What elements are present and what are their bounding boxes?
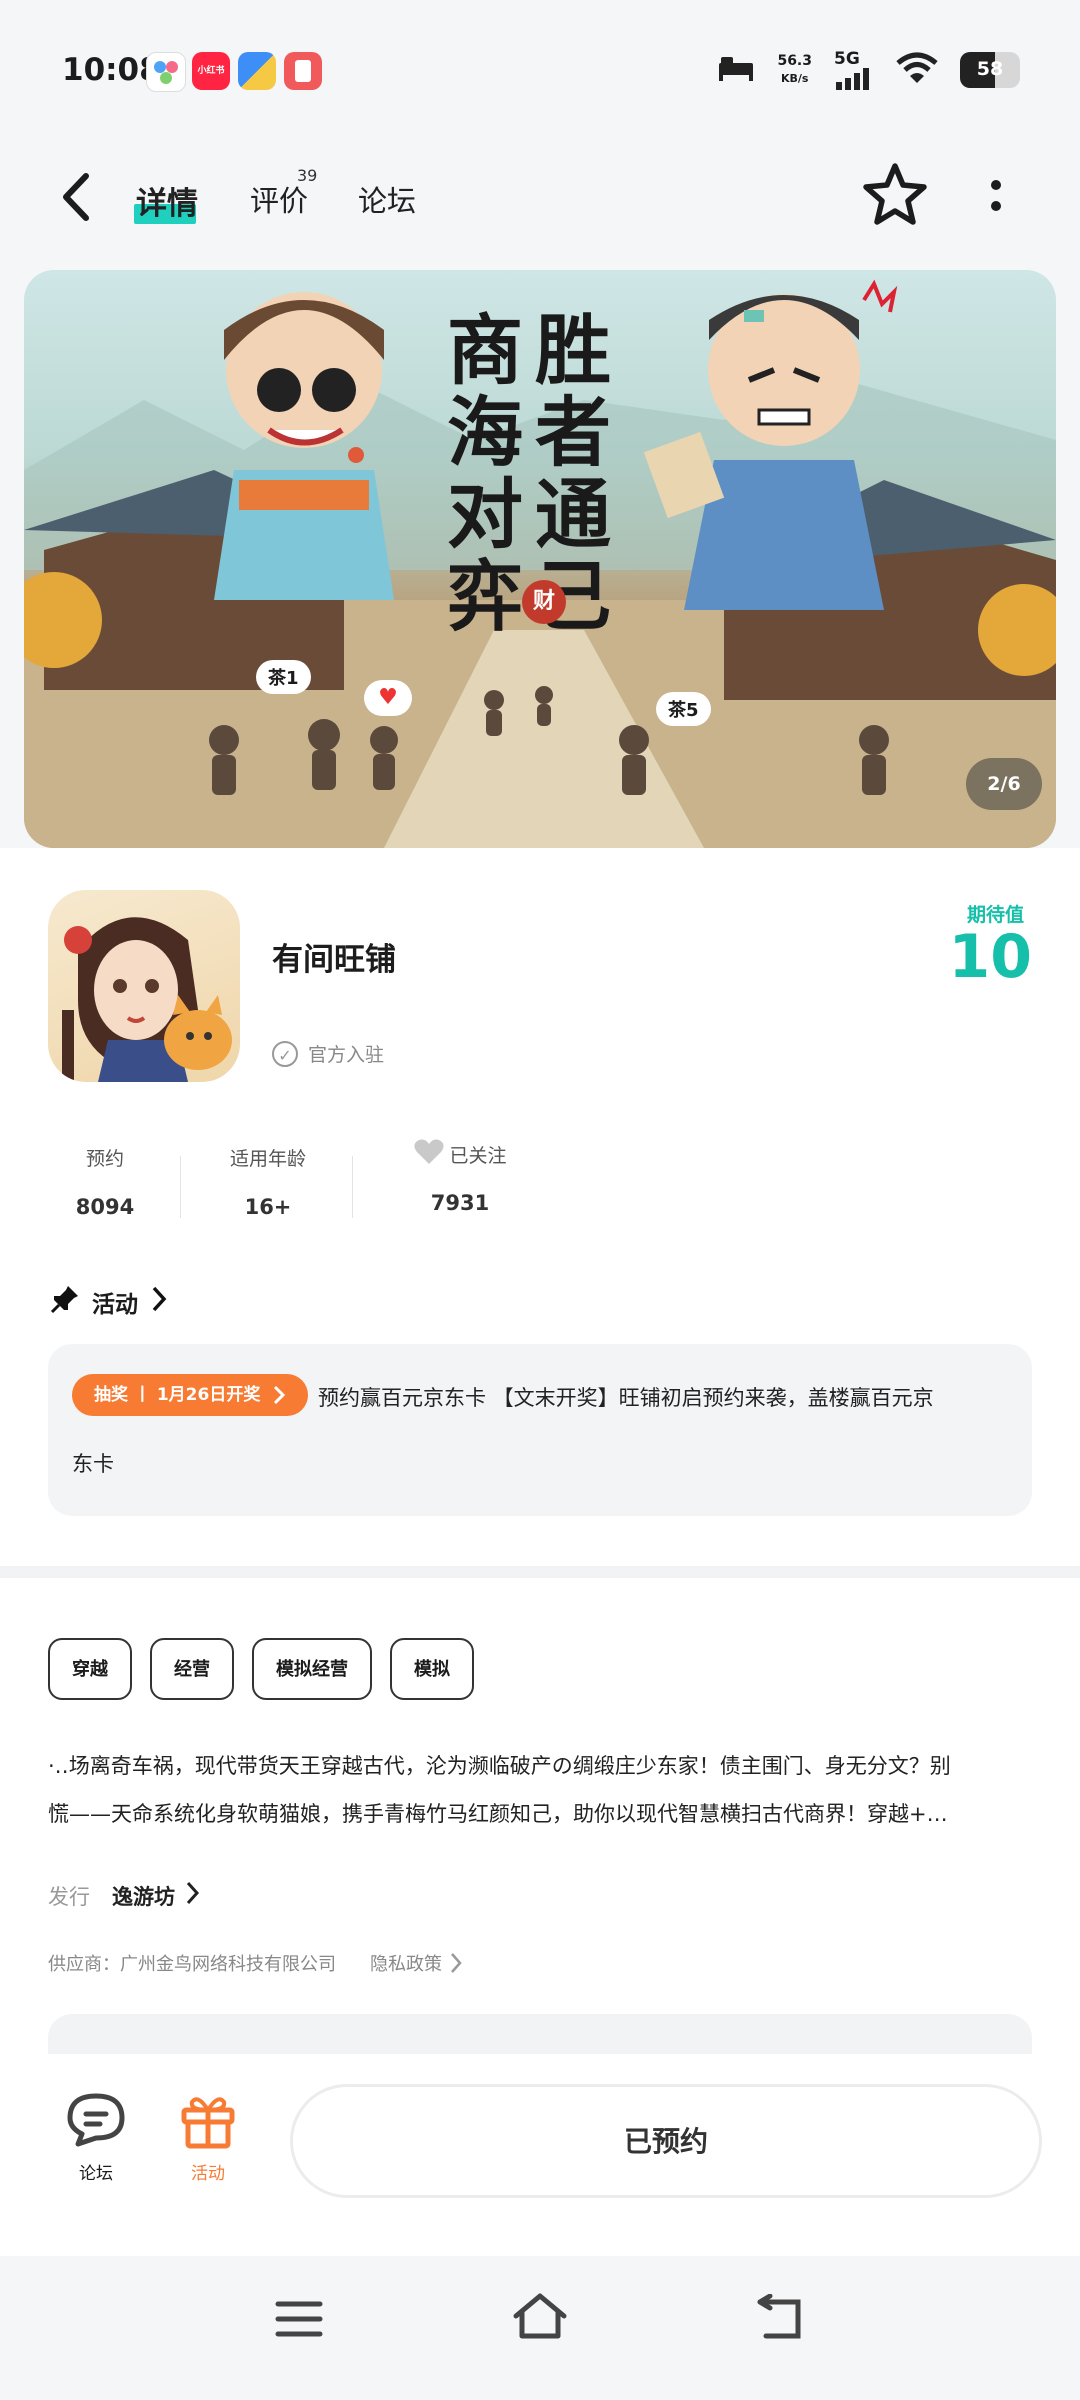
banner-seal: 财	[522, 580, 566, 624]
app-icon	[48, 890, 240, 1082]
supplier-row: 供应商：广州金鸟网络科技有限公司 隐私政策	[48, 1950, 462, 1976]
app-notification-icon	[146, 52, 186, 92]
stat-reservations: 预约 8094	[75, 1148, 135, 1219]
chevron-right-icon	[150, 1285, 168, 1319]
tag[interactable]: 模拟经营	[252, 1638, 372, 1700]
next-section-card	[48, 2014, 1032, 2054]
sleep-icon	[717, 53, 755, 87]
top-navigation: 详情 评价 39 论坛	[0, 160, 1080, 240]
game-description[interactable]: ·‥场离奇车祸，现代带货天王穿越古代，沦为濒临破产の绸缎庄少东家！债主围门、身无…	[48, 1742, 1032, 1838]
stat-divider	[180, 1156, 181, 1218]
reserved-button[interactable]: 已预约	[290, 2084, 1042, 2198]
official-badge: ✓ 官方入驻	[272, 1040, 384, 1067]
section-separator	[0, 1566, 1080, 1578]
lottery-pill[interactable]: 抽奖 丨 1月26日开奖	[72, 1374, 309, 1416]
heart-icon	[413, 1138, 445, 1171]
heart-bubble: ♥	[364, 680, 412, 716]
privacy-policy-link[interactable]: 隐私政策	[370, 1950, 462, 1976]
activity-text: 东卡	[72, 1452, 114, 1476]
stat-age-rating: 适用年龄 16+	[229, 1148, 306, 1219]
banner-title-left: 商海对弈	[447, 306, 523, 641]
signal-icon: 5G	[834, 48, 874, 90]
battery-icon: 58	[960, 52, 1020, 88]
forum-button[interactable]: 论坛	[56, 2090, 136, 2184]
app-name: 有间旺铺	[272, 942, 396, 978]
app-notification-icon	[238, 52, 276, 90]
activity-card[interactable]: 抽奖 丨 1月26日开奖 预约赢百元京东卡 【文末开奖】旺铺初启预约来袭，盖楼赢…	[48, 1344, 1032, 1516]
publisher-row[interactable]: 发行 逸游坊	[48, 1880, 201, 1911]
system-navigation-bar	[0, 2256, 1080, 2400]
chevron-right-icon	[185, 1880, 201, 1911]
pin-icon	[50, 1284, 80, 1320]
check-circle-icon: ✓	[272, 1040, 298, 1067]
activity-button[interactable]: 活动	[168, 2090, 248, 2184]
tag[interactable]: 穿越	[48, 1638, 132, 1700]
reviews-count-badge: 39	[297, 166, 318, 185]
tab-forum[interactable]: 论坛	[358, 178, 416, 220]
star-icon[interactable]	[860, 160, 930, 234]
net-speed: 56.3 KB/s	[777, 53, 812, 85]
back-icon[interactable]	[754, 2293, 806, 2346]
banner-page-indicator: 2/6	[966, 758, 1042, 810]
tag-list: 穿越 经营 模拟经营 模拟	[48, 1638, 474, 1700]
home-icon[interactable]	[510, 2290, 570, 2346]
wifi-icon	[896, 51, 938, 89]
supplier-text: 供应商：广州金鸟网络科技有限公司	[48, 1954, 336, 1975]
tag[interactable]: 经营	[150, 1638, 234, 1700]
activity-text: 预约赢百元京东卡 【文末开奖】旺铺初启预约来袭，盖楼赢百元京	[318, 1386, 934, 1410]
banner-bubble: 茶1	[256, 660, 311, 694]
publisher-name: 逸游坊	[112, 1884, 175, 1909]
stat-divider	[352, 1156, 353, 1218]
chat-icon	[64, 2093, 128, 2155]
banner-bubble: 茶5	[656, 692, 711, 726]
app-notification-icon	[284, 52, 322, 90]
network-type: 5G	[834, 48, 860, 69]
tab-details[interactable]: 详情	[136, 178, 198, 223]
gift-icon	[176, 2097, 240, 2155]
back-arrow-icon[interactable]	[56, 170, 96, 228]
more-icon[interactable]	[986, 176, 1006, 220]
status-bar: 10:08 小红书 56.3 KB/s 5G 58	[0, 0, 1080, 140]
menu-icon[interactable]	[274, 2296, 324, 2346]
stat-followers[interactable]: 已关注 7931	[400, 1138, 520, 1215]
activity-header[interactable]: 活动	[50, 1284, 168, 1320]
expect-value: 10	[948, 922, 1033, 992]
banner-carousel[interactable]: 商海对弈 胜者通己 财 茶1 茶5 ♥ 2/6	[24, 270, 1056, 848]
xiaohongshu-icon: 小红书	[192, 52, 230, 90]
tag[interactable]: 模拟	[390, 1638, 474, 1700]
